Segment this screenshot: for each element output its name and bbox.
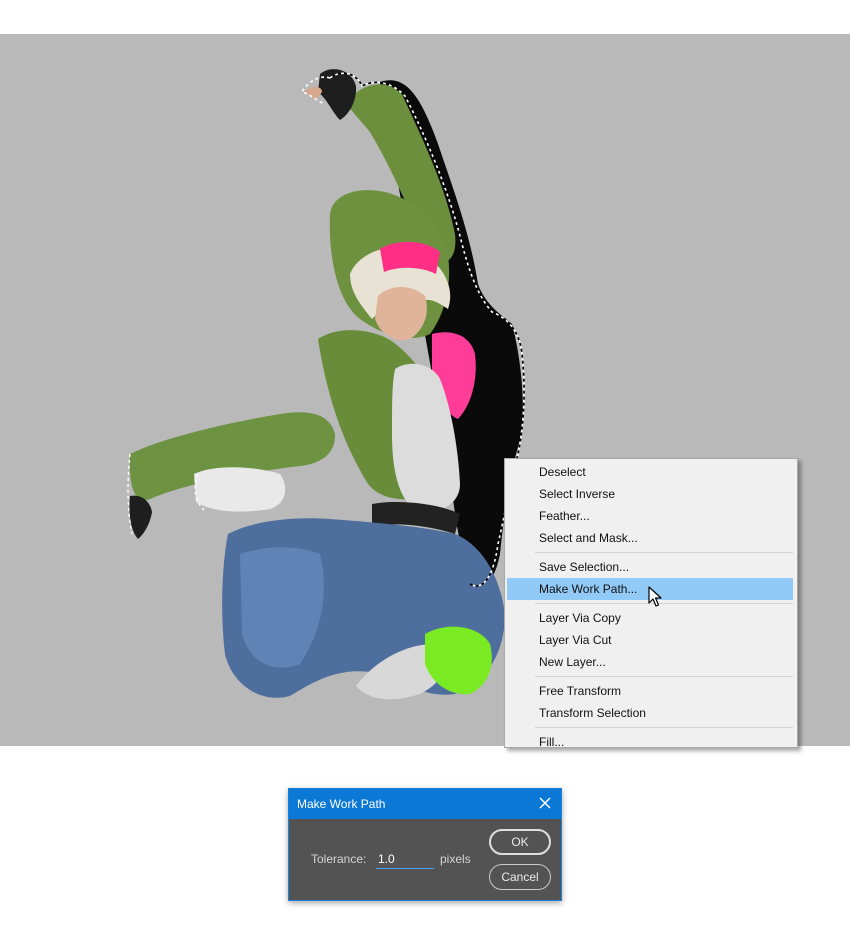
menu-item-layer-via-cut[interactable]: Layer Via Cut bbox=[507, 629, 793, 651]
menu-item-select-inverse[interactable]: Select Inverse bbox=[507, 483, 793, 505]
menu-item-free-transform[interactable]: Free Transform bbox=[507, 680, 793, 702]
tolerance-input[interactable] bbox=[376, 850, 434, 869]
ok-button[interactable]: OK bbox=[489, 829, 551, 855]
menu-item-new-layer[interactable]: New Layer... bbox=[507, 651, 793, 673]
menu-separator bbox=[535, 552, 793, 553]
menu-separator bbox=[535, 603, 793, 604]
make-work-path-dialog: Make Work Path Tolerance: pixels OK Canc… bbox=[288, 788, 562, 901]
tolerance-label: Tolerance: bbox=[311, 852, 367, 866]
menu-item-fill[interactable]: Fill... bbox=[507, 731, 793, 747]
left-sneaker bbox=[194, 467, 286, 512]
cancel-button[interactable]: Cancel bbox=[489, 864, 551, 890]
tolerance-unit-label: pixels bbox=[440, 852, 471, 866]
menu-separator bbox=[535, 727, 793, 728]
menu-item-select-and-mask[interactable]: Select and Mask... bbox=[507, 527, 793, 549]
menu-item-deselect[interactable]: Deselect bbox=[507, 461, 793, 483]
dialog-titlebar[interactable]: Make Work Path bbox=[289, 789, 561, 819]
arrow-cursor-icon bbox=[648, 586, 662, 613]
dialog-title: Make Work Path bbox=[297, 797, 386, 811]
close-icon[interactable] bbox=[537, 795, 553, 814]
menu-separator bbox=[535, 676, 793, 677]
menu-item-save-selection[interactable]: Save Selection... bbox=[507, 556, 793, 578]
menu-item-transform-selection[interactable]: Transform Selection bbox=[507, 702, 793, 724]
menu-item-feather[interactable]: Feather... bbox=[507, 505, 793, 527]
left-hand bbox=[129, 495, 152, 539]
